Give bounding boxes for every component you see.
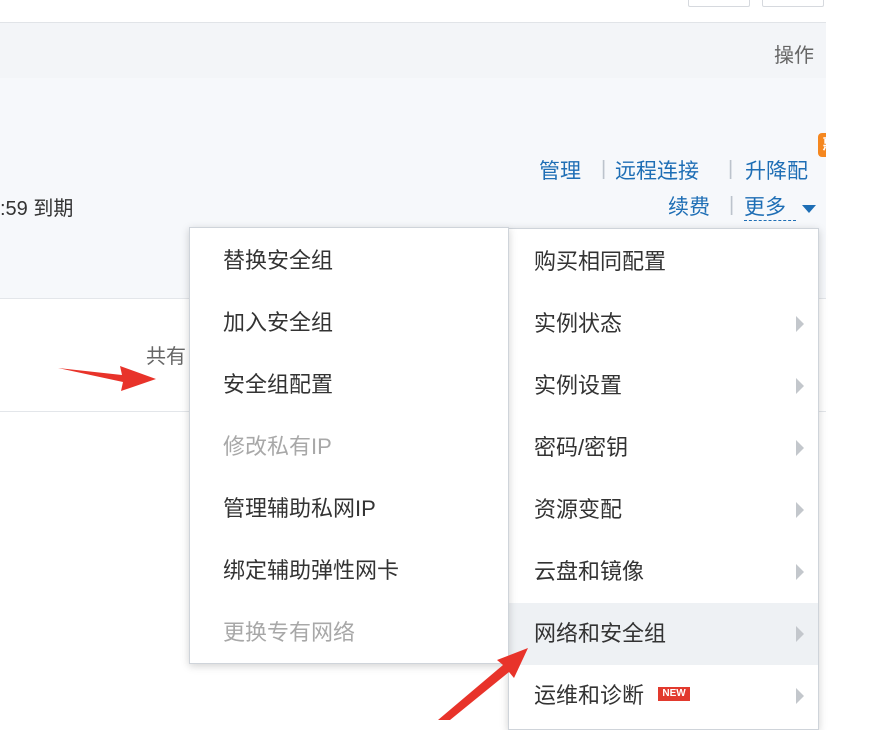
arrow-icon bbox=[58, 366, 156, 391]
annotation-arrows bbox=[58, 366, 528, 720]
arrow-icon bbox=[438, 648, 528, 720]
